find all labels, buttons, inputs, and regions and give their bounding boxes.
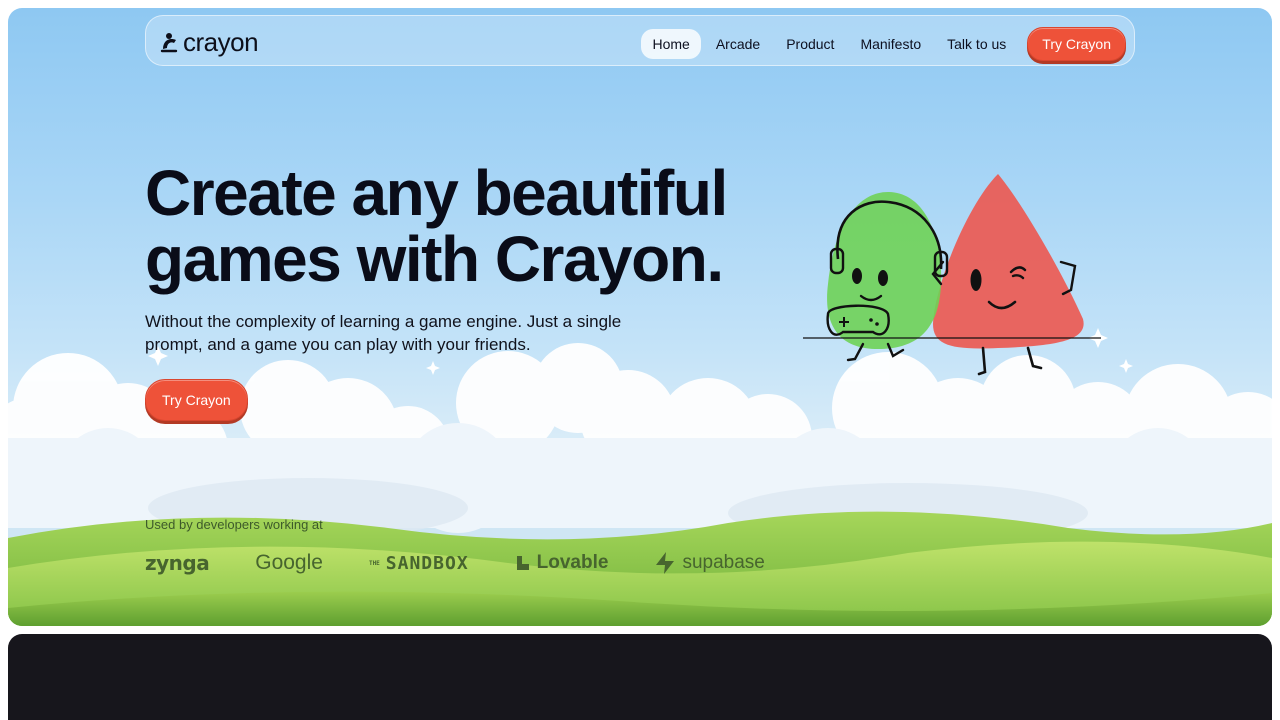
lovable-logo-text: Lovable [536, 552, 609, 573]
used-by-label: Used by developers working at [145, 517, 323, 532]
sandbox-logo-text: SANDBOX [385, 552, 469, 574]
nav-link-manifesto[interactable]: Manifesto [849, 29, 932, 59]
supabase-bolt-icon [656, 552, 675, 574]
lovable-logo: Lovable [515, 552, 609, 574]
top-nav: crayon Home Arcade Product Manifesto Tal… [145, 15, 1135, 66]
hero-headline: Create any beautiful games with Crayon. [145, 157, 728, 295]
brand-logos: zynga Google THE SANDBOX Lovable supabas… [145, 551, 811, 575]
nav-link-talk-to-us[interactable]: Talk to us [936, 29, 1017, 59]
nav-link-product[interactable]: Product [775, 29, 845, 59]
sandbox-logo-prefix: THE [368, 559, 380, 567]
sandbox-logo: THE SANDBOX [369, 553, 469, 574]
supabase-logo: supabase [654, 551, 765, 575]
logo-wordmark: crayon [183, 27, 259, 57]
dark-section [8, 634, 1272, 720]
hero-subline: Without the complexity of learning a gam… [145, 312, 622, 354]
nav-link-arcade[interactable]: Arcade [705, 29, 771, 59]
hero-try-crayon-button[interactable]: Try Crayon [145, 379, 248, 421]
nav-try-crayon-button[interactable]: Try Crayon [1027, 27, 1126, 61]
supabase-logo-text: supabase [682, 552, 765, 573]
nav-links: Home Arcade Product Manifesto Talk to us… [641, 27, 1126, 61]
nav-link-home[interactable]: Home [641, 29, 701, 59]
crayon-logo[interactable]: crayon [159, 27, 259, 57]
lovable-logo-icon [516, 556, 529, 570]
hero-section: crayon Home Arcade Product Manifesto Tal… [8, 8, 1272, 626]
zynga-logo: zynga [145, 551, 210, 575]
google-logo: Google [255, 551, 323, 574]
mascots-illustration [803, 174, 1101, 376]
crayon-logo-icon [160, 33, 178, 53]
